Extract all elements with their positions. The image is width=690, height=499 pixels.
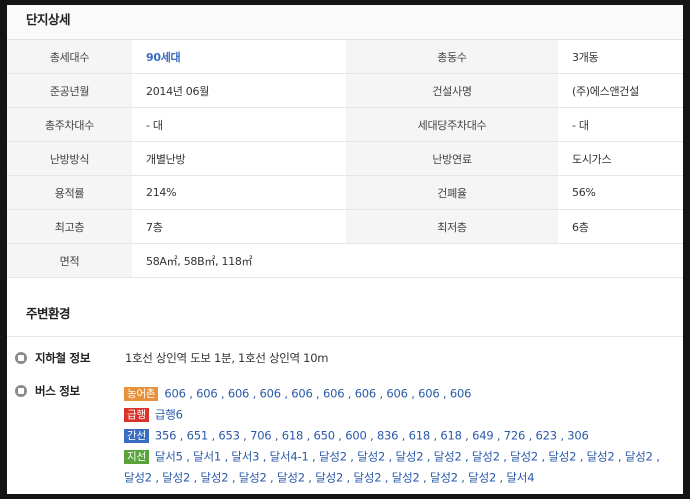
subway-info-row: 지하철 정보 1호선 상인역 도보 1분, 1호선 상인역 10m xyxy=(15,350,328,366)
row-value: 56% xyxy=(558,175,683,210)
table-row: 총세대수 90세대 총동수 3개동 xyxy=(7,40,683,74)
bus-type-tag: 농어촌 xyxy=(124,386,159,401)
row-label: 면적 xyxy=(7,243,132,278)
row-label: 최고층 xyxy=(7,209,132,244)
row-value: (주)에스앤건설 xyxy=(558,73,683,108)
bus-icon xyxy=(15,385,27,397)
bus-route-list[interactable]: 급행6 xyxy=(155,408,183,422)
row-label: 준공년월 xyxy=(7,73,132,108)
detail-table: 총세대수 90세대 총동수 3개동 준공년월 2014년 06월 건설사명 (주… xyxy=(7,40,683,278)
detail-section-title: 단지상세 xyxy=(7,5,683,40)
row-label: 세대당주차대수 xyxy=(346,107,558,142)
bus-type-tag: 지선 xyxy=(124,449,149,464)
subway-value: 1호선 상인역 도보 1분, 1호선 상인역 10m xyxy=(125,351,329,365)
row-value: 개별난방 xyxy=(132,141,346,176)
table-row: 총주차대수 - 대 세대당주차대수 - 대 xyxy=(7,107,683,142)
bus-type-tag: 급행 xyxy=(124,407,149,422)
bus-label: 버스 정보 xyxy=(35,384,80,398)
env-section-title: 주변환경 xyxy=(7,296,683,337)
row-label: 총동수 xyxy=(346,40,558,74)
subway-icon xyxy=(15,352,27,364)
bus-line-express: 급행 급행6 xyxy=(124,404,183,425)
row-value: 58A㎡, 58B㎡, 118㎡ xyxy=(132,243,683,278)
row-label: 용적률 xyxy=(7,175,132,210)
row-label: 총주차대수 xyxy=(7,107,132,142)
table-row: 최고층 7층 최저층 6층 xyxy=(7,209,683,244)
row-label: 난방연료 xyxy=(346,141,558,176)
bus-line-branch: 지선 달서5 , 달서1 , 달서3 , 달서4-1 , 달성2 , 달성2 , … xyxy=(124,446,669,487)
row-value: 도시가스 xyxy=(558,141,683,176)
complex-detail-panel: 단지상세 총세대수 90세대 총동수 3개동 준공년월 2014년 06월 건설… xyxy=(7,5,683,494)
row-value: 3개동 xyxy=(558,40,683,74)
row-value: 6층 xyxy=(558,209,683,244)
bus-route-list[interactable]: 356 , 651 , 653 , 706 , 618 , 650 , 600 … xyxy=(155,429,589,443)
row-value: 214% xyxy=(132,175,346,210)
bus-line-rural: 농어촌 606 , 606 , 606 , 606 , 606 , 606 , 6… xyxy=(124,383,471,404)
table-row: 준공년월 2014년 06월 건설사명 (주)에스앤건설 xyxy=(7,73,683,108)
row-label: 건설사명 xyxy=(346,73,558,108)
row-value: 7층 xyxy=(132,209,346,244)
bus-line-trunk: 간선 356 , 651 , 653 , 706 , 618 , 650 , 60… xyxy=(124,425,589,446)
table-row: 면적 58A㎡, 58B㎡, 118㎡ xyxy=(7,243,683,278)
bus-route-list[interactable]: 달서5 , 달서1 , 달서3 , 달서4-1 , 달성2 , 달성2 , 달성… xyxy=(124,450,660,485)
households-value: 90세대 xyxy=(132,40,346,74)
subway-label: 지하철 정보 xyxy=(35,351,91,365)
row-label: 최저층 xyxy=(346,209,558,244)
bus-route-list[interactable]: 606 , 606 , 606 , 606 , 606 , 606 , 606 … xyxy=(164,387,471,401)
row-label: 건폐율 xyxy=(346,175,558,210)
table-row: 용적률 214% 건폐율 56% xyxy=(7,175,683,210)
row-value: - 대 xyxy=(558,107,683,142)
row-label: 난방방식 xyxy=(7,141,132,176)
row-value: - 대 xyxy=(132,107,346,142)
row-label: 총세대수 xyxy=(7,40,132,74)
bus-info-row: 버스 정보 xyxy=(15,383,125,399)
bus-type-tag: 간선 xyxy=(124,428,149,443)
table-row: 난방방식 개별난방 난방연료 도시가스 xyxy=(7,141,683,176)
row-value: 2014년 06월 xyxy=(132,73,346,108)
